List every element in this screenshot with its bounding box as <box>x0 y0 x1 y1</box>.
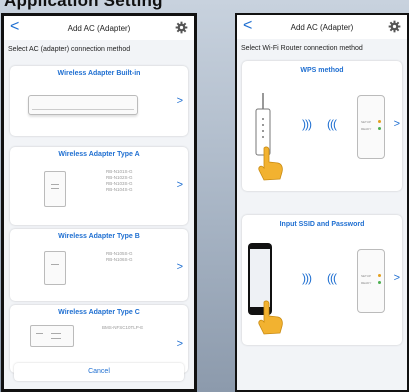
screen-content: Select AC (adapter) connection method Wi… <box>4 40 194 389</box>
option-title: Input SSID and Password <box>279 221 365 228</box>
wireless-adapter-image: SETUP READY <box>357 249 385 313</box>
model-number: BMS-NFSC10TLP-E <box>102 325 144 330</box>
adapter-a-image <box>44 171 66 207</box>
status-led <box>378 127 381 130</box>
chevron-right-icon: > <box>176 338 183 350</box>
page-heading: Application Setting <box>4 0 163 10</box>
chevron-right-icon: > <box>176 179 183 191</box>
adapter-label: READY <box>361 281 372 285</box>
signal-waves-icon: ))) <box>302 271 312 285</box>
option-title: Wireless Adapter Built-in <box>57 70 141 77</box>
wireless-adapter-image: SETUP READY <box>357 95 385 159</box>
hand-press-icon <box>258 300 283 335</box>
status-led <box>378 120 381 123</box>
adapter-label: SETUP <box>361 120 372 124</box>
hand-press-icon <box>258 146 283 181</box>
model-list: RB-N105S-G RB-N106S-G <box>106 251 133 263</box>
cancel-button[interactable]: Cancel <box>14 363 184 381</box>
option-built-in[interactable]: Wireless Adapter Built-in > <box>10 66 188 136</box>
chevron-right-icon: > <box>393 118 400 130</box>
screen-subtitle: Select AC (adapter) connection method <box>8 46 131 53</box>
nav-title: Add AC (Adapter) <box>67 23 131 33</box>
nav-bar: < Add AC (Adapter) <box>237 15 407 39</box>
model-number: RB-N106S-G <box>106 257 133 262</box>
nav-bar: < Add AC (Adapter) <box>4 16 194 40</box>
option-type-a[interactable]: Wireless Adapter Type A RB-N101S-G RB-N1… <box>10 147 188 225</box>
nav-title: Add AC (Adapter) <box>290 22 354 32</box>
signal-waves-icon: ))) <box>302 117 312 131</box>
adapter-label: READY <box>361 127 372 131</box>
screen-content: Select Wi-Fi Router connection method WP… <box>237 39 407 390</box>
option-title: WPS method <box>300 67 344 74</box>
model-list: RB-N101S-G RB-N102S-G RB-N103S-G RB-N104… <box>106 169 133 193</box>
chevron-right-icon: > <box>393 272 400 284</box>
model-number: RB-N104S-G <box>106 187 133 192</box>
option-title: Wireless Adapter Type B <box>58 233 140 240</box>
adapter-b-image <box>44 251 66 285</box>
router-method-screen: < Add AC (Adapter) Select Wi-Fi Router c… <box>235 13 409 392</box>
gear-icon[interactable] <box>175 21 188 34</box>
option-type-b[interactable]: Wireless Adapter Type B RB-N105S-G RB-N1… <box>10 229 188 301</box>
signal-waves-icon: ((( <box>327 117 337 131</box>
indoor-unit-image <box>28 95 138 115</box>
model-list: BMS-NFSC10TLP-E <box>102 325 143 331</box>
gear-icon[interactable] <box>388 20 401 33</box>
chevron-right-icon: > <box>176 95 183 107</box>
chevron-right-icon: > <box>176 261 183 273</box>
signal-waves-icon: ((( <box>327 271 337 285</box>
back-button[interactable]: < <box>243 18 252 34</box>
option-title: Wireless Adapter Type C <box>58 309 140 316</box>
screen-subtitle: Select Wi-Fi Router connection method <box>241 45 363 52</box>
adapter-c-image <box>30 325 74 347</box>
option-title: Wireless Adapter Type A <box>58 151 140 158</box>
adapter-label: SETUP <box>361 274 372 278</box>
status-led <box>378 274 381 277</box>
adapter-type-screen: < Add AC (Adapter) Select AC (adapter) c… <box>1 13 197 392</box>
back-button[interactable]: < <box>10 19 19 35</box>
option-wps[interactable]: WPS method ))) ((( SETUP READY > <box>242 61 402 191</box>
option-ssid-password[interactable]: Input SSID and Password ))) ((( SETUP RE… <box>242 215 402 345</box>
status-led <box>378 281 381 284</box>
